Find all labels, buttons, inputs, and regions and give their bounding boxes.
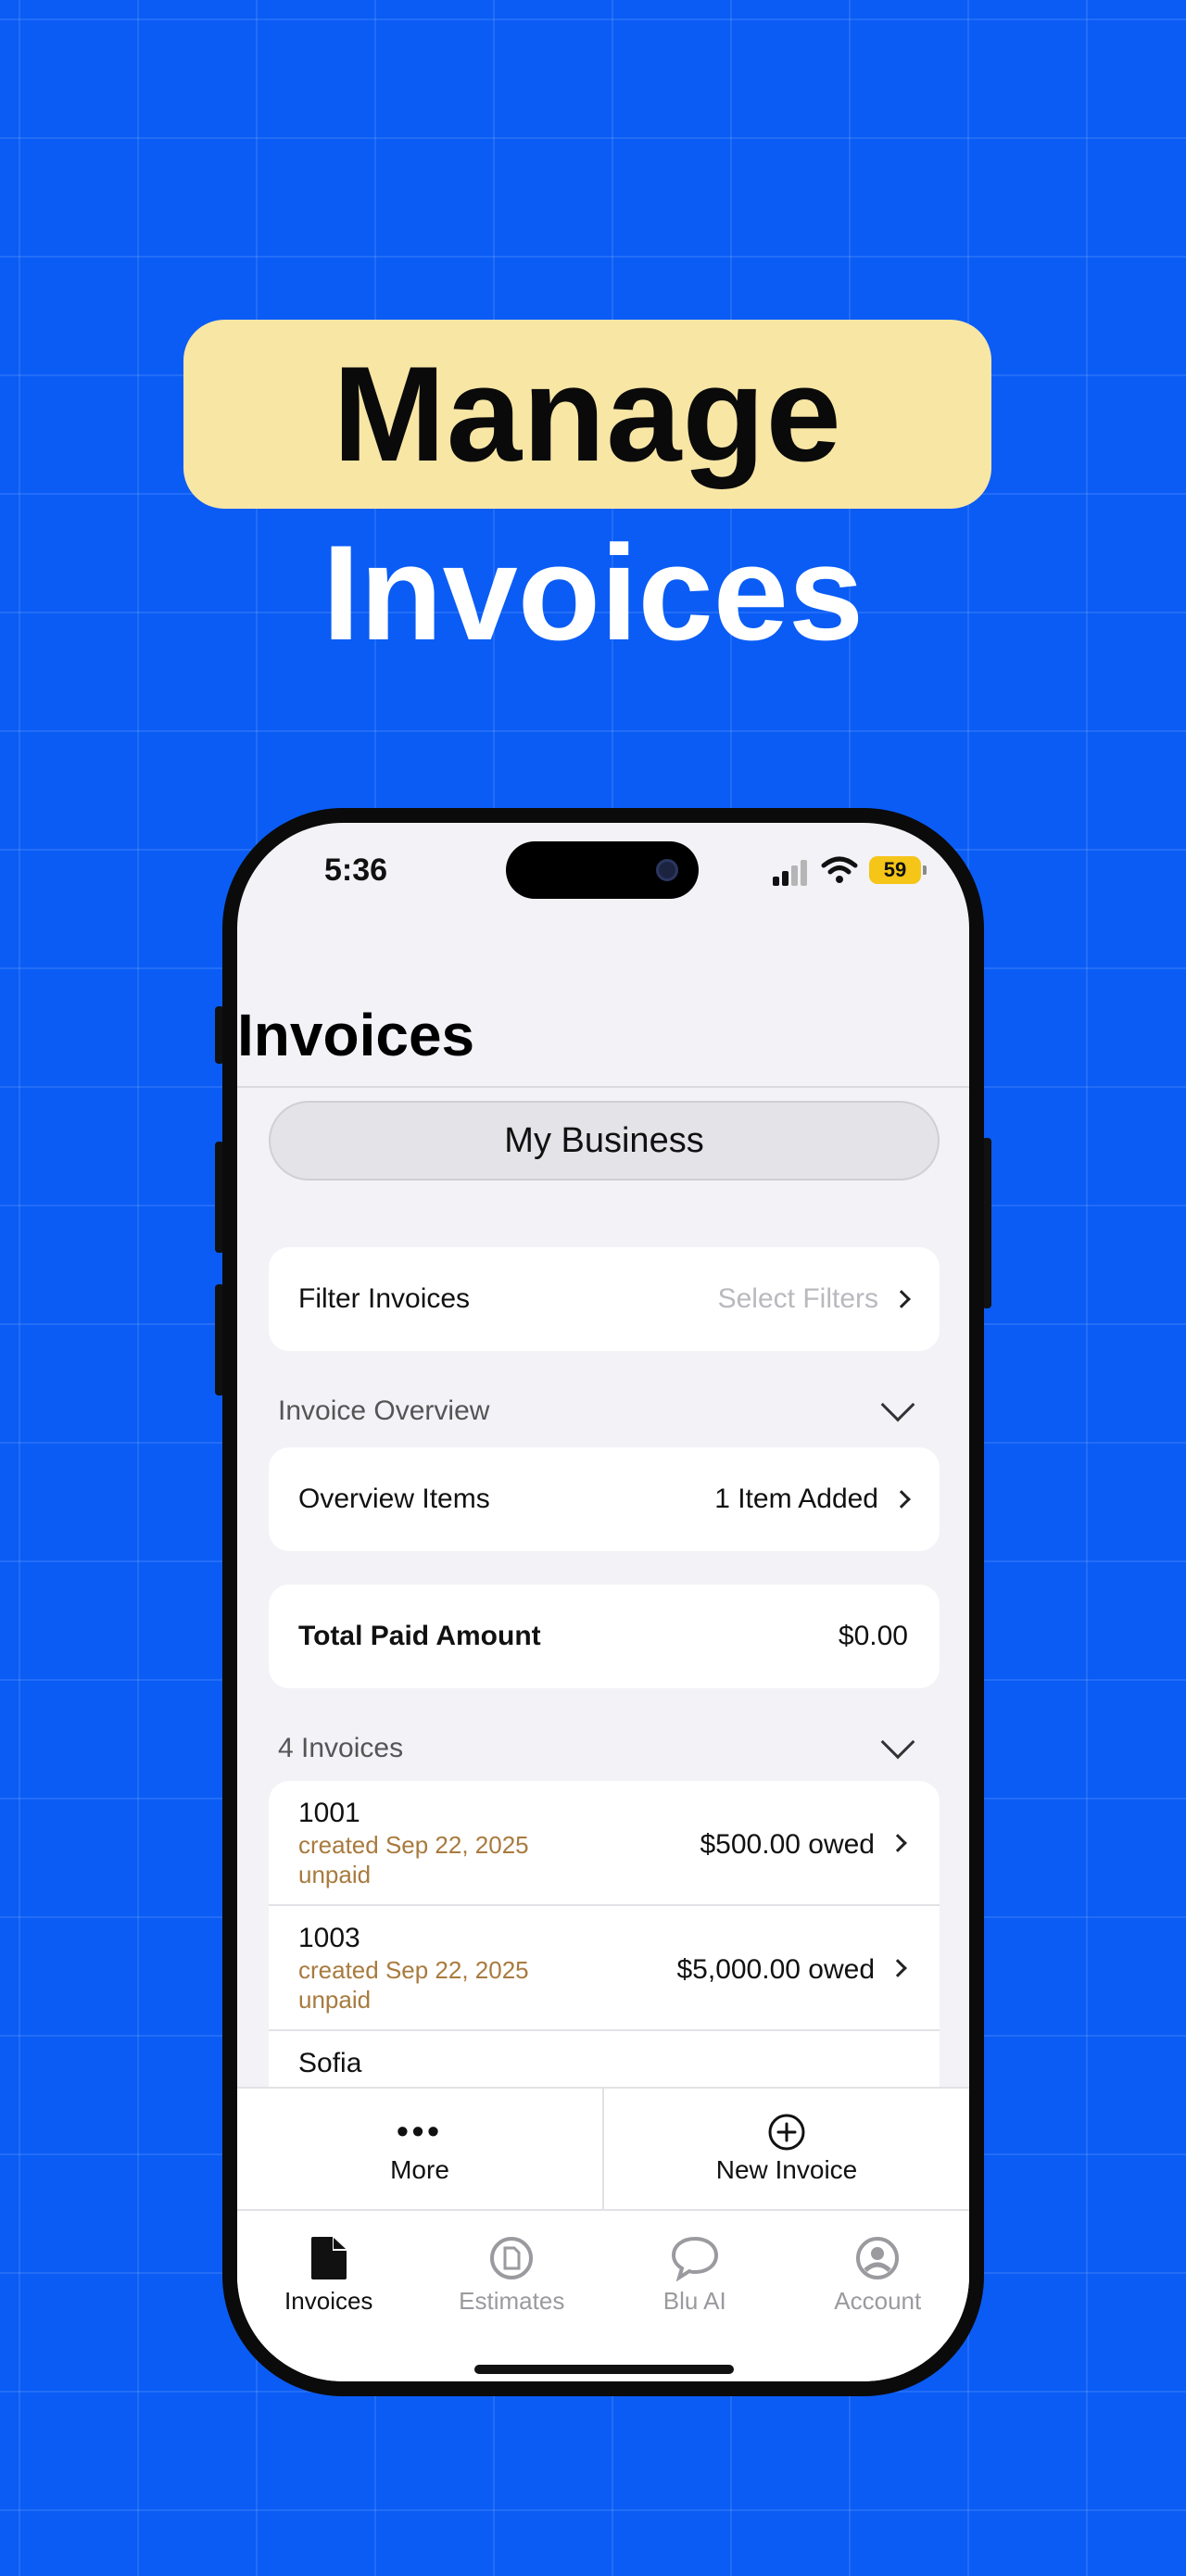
invoice-amount: $500.00 owed <box>700 1829 876 1860</box>
tab-blu-ai-label: Blu AI <box>662 2287 726 2315</box>
more-label: More <box>390 2155 449 2184</box>
phone-frame: 5:36 59 Invoices My Business Filter Invo… <box>222 808 984 2396</box>
page-title: Invoices <box>237 1002 475 1068</box>
estimate-icon <box>490 2237 534 2279</box>
total-paid-label: Total Paid Amount <box>298 1621 541 1651</box>
status-bar: 5:36 59 <box>237 823 969 925</box>
overview-header-label: Invoice Overview <box>278 1395 490 1426</box>
invoice-row[interactable]: 1001 created Sep 22, 2025 unpaid $500.00… <box>269 1781 940 1906</box>
document-icon <box>310 2237 347 2279</box>
total-paid-row: Total Paid Amount $0.00 <box>269 1585 940 1688</box>
person-icon <box>856 2237 900 2279</box>
new-invoice-label: New Invoice <box>715 2155 858 2184</box>
action-bar: ••• More New Invoice <box>237 2087 969 2209</box>
invoice-row[interactable]: 1003 created Sep 22, 2025 unpaid $5,000.… <box>269 1906 940 2031</box>
invoice-number: 1003 <box>298 1923 360 1953</box>
home-indicator[interactable] <box>474 2365 734 2374</box>
tab-estimates-label: Estimates <box>459 2287 565 2315</box>
total-paid-value: $0.00 <box>838 1621 908 1651</box>
invoices-count-label: 4 Invoices <box>278 1733 404 1763</box>
signal-icon <box>773 860 810 886</box>
chevron-right-icon <box>892 1290 911 1308</box>
more-button[interactable]: ••• More <box>237 2089 602 2209</box>
invoices-list-header[interactable]: 4 Invoices <box>278 1724 927 1772</box>
invoice-amount: $5,000.00 owed <box>676 1954 875 1985</box>
status-time: 5:36 <box>324 852 388 888</box>
tab-estimates[interactable]: Estimates <box>421 2211 604 2381</box>
tab-invoices-label: Invoices <box>284 2287 373 2315</box>
chevron-right-icon <box>892 1490 911 1509</box>
tab-account-label: Account <box>834 2287 922 2315</box>
filter-invoices-row[interactable]: Filter Invoices Select Filters <box>269 1247 940 1351</box>
filter-value: Select Filters <box>717 1283 878 1314</box>
battery-icon: 59 <box>869 856 927 884</box>
invoice-status: unpaid <box>298 1861 372 1888</box>
overview-items-label: Overview Items <box>298 1484 490 1514</box>
invoice-status: unpaid <box>298 1986 372 2014</box>
tab-bar: Invoices Estimates Blu AI Account <box>237 2209 969 2381</box>
new-invoice-button[interactable]: New Invoice <box>602 2089 969 2209</box>
total-paid-card: Total Paid Amount $0.00 <box>269 1585 940 1688</box>
tab-account[interactable]: Account <box>787 2211 970 2381</box>
chevron-down-icon <box>880 1724 915 1760</box>
chevron-down-icon <box>880 1387 915 1422</box>
plus-circle-icon <box>767 2113 806 2155</box>
subheadline-text: Invoices <box>322 517 864 668</box>
camera-icon <box>656 859 678 881</box>
headline-text: Manage <box>333 338 842 489</box>
overview-items-row[interactable]: Overview Items 1 Item Added <box>269 1447 940 1551</box>
tab-blu-ai[interactable]: Blu AI <box>603 2211 787 2381</box>
chat-bubble-icon <box>671 2236 718 2281</box>
wifi-icon <box>821 856 858 883</box>
overview-card: Overview Items 1 Item Added <box>269 1447 940 1551</box>
more-dots-icon: ••• <box>397 2112 443 2150</box>
filter-label: Filter Invoices <box>298 1283 471 1314</box>
overview-items-value: 1 Item Added <box>714 1484 878 1514</box>
title-divider <box>237 1086 969 1088</box>
tab-invoices[interactable]: Invoices <box>237 2211 421 2381</box>
headline-pill: Manage <box>183 320 991 509</box>
phone-screen: 5:36 59 Invoices My Business Filter Invo… <box>237 823 969 2381</box>
invoice-number: Sofia <box>298 2048 362 2078</box>
business-selector-button[interactable]: My Business <box>269 1101 940 1181</box>
dynamic-island <box>506 841 699 899</box>
invoice-overview-header[interactable]: Invoice Overview <box>278 1387 927 1434</box>
invoice-number: 1001 <box>298 1798 360 1828</box>
filter-card: Filter Invoices Select Filters <box>269 1247 940 1351</box>
